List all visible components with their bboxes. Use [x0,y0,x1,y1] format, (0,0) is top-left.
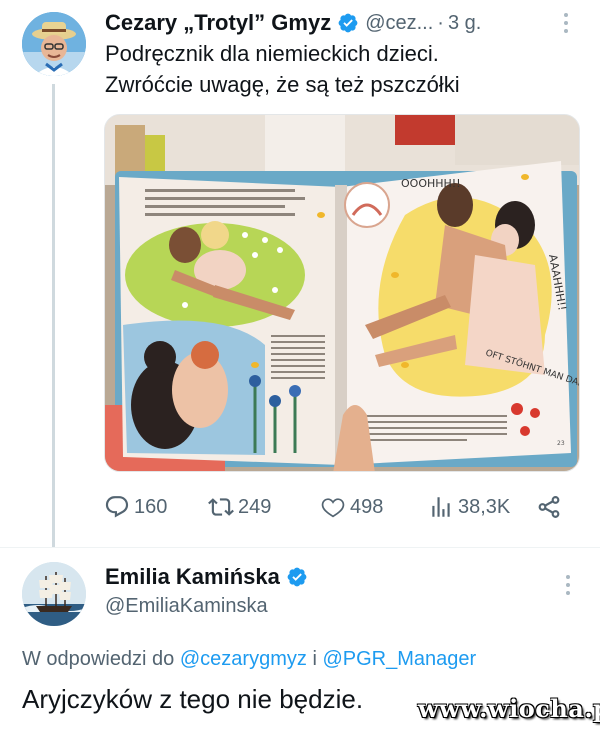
reply-button[interactable]: 160 [104,490,167,524]
separator-dot: · [437,11,444,34]
retweet-icon [208,498,234,516]
reply-header: Emilia Kamińska [105,564,308,590]
share-button[interactable] [536,490,566,524]
retweet-button[interactable]: 249 [208,490,271,524]
site-watermark: www.wiocha.pl [418,694,600,723]
tweet-timestamp[interactable]: 3 g. [448,12,481,35]
replying-to-line: W odpowiedzi do @cezarygmyz i @PGR_Manag… [22,648,476,671]
reply-author-handle[interactable]: @EmiliaKaminska [105,595,268,618]
page-number: 23 [557,440,565,447]
tweet-text-line: Podręcznik dla niemieckich dzieci. [105,41,439,66]
tweet-text-line: Zwróćcie uwagę, że są też pszczółki [105,72,460,97]
speech-bubble-text: OOOHHH!! [401,177,461,190]
author-name[interactable]: Cezary „Trotyl” Gmyz [105,10,331,36]
views-button[interactable]: 38,3K [428,490,510,524]
ship-painting [22,562,86,626]
like-count: 498 [350,495,384,518]
more-options-icon[interactable] [564,574,572,596]
tweet-text: Podręcznik dla niemieckich dzieci. Zwróć… [105,38,585,100]
verified-badge-icon [338,13,358,33]
mention-link[interactable]: @cezarygmyz [180,648,307,670]
mention-link[interactable]: @PGR_Manager [322,648,476,670]
reply-icon [105,496,129,518]
reply-conjunction: i [312,648,317,670]
author-photo [22,12,86,76]
tweet-action-bar: 160 249 498 38,3K [104,490,564,524]
views-icon [432,497,450,517]
reply-prefix: W odpowiedzi do [22,648,175,670]
verified-badge-icon [287,567,307,587]
reply-author-avatar[interactable] [22,562,86,626]
reply-count: 160 [134,495,168,518]
like-icon [321,498,345,518]
thread-connector-line [52,84,55,548]
book-photo: OOOHHH!! AAAHHH!! OFT STÖHNT MAN DABEI! … [105,115,579,471]
like-button[interactable]: 498 [320,490,383,524]
tweet-image[interactable]: OOOHHH!! AAAHHH!! OFT STÖHNT MAN DABEI! … [104,114,580,472]
retweet-count: 249 [238,495,272,518]
share-icon [538,496,560,518]
author-handle[interactable]: @cez... [365,12,433,35]
reply-text: Aryjczyków z tego nie będzie. [22,684,364,714]
views-count: 38,3K [458,495,511,518]
reply-author-name[interactable]: Emilia Kamińska [105,564,280,590]
more-options-icon[interactable] [562,12,570,34]
author-avatar[interactable] [22,12,86,76]
original-tweet[interactable]: Cezary „Trotyl” Gmyz @cez... · 3 g. Podr… [0,0,600,548]
tweet-header: Cezary „Trotyl” Gmyz @cez... · 3 g. [105,8,481,38]
